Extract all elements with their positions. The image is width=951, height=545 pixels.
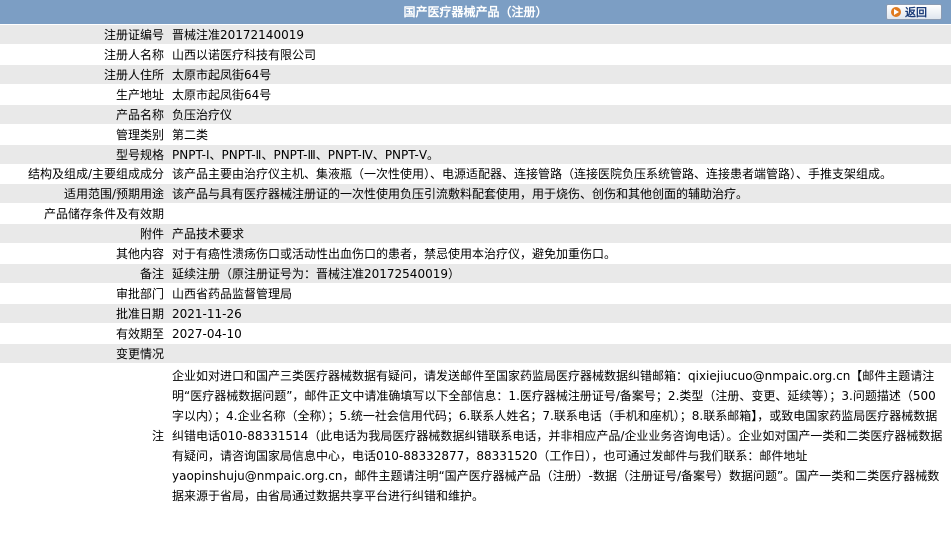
field-label-product-name: 产品名称 [0, 104, 168, 125]
field-label-production-address: 生产地址 [0, 84, 168, 105]
arrow-right-icon [891, 7, 901, 17]
table-row: 管理类别 第二类 [0, 124, 951, 145]
field-value-valid-until: 2027-04-10 [168, 323, 951, 344]
back-button[interactable]: 返回 [886, 4, 942, 20]
table-row: 有效期至 2027-04-10 [0, 323, 951, 344]
table-row: 生产地址 太原市起凤街64号 [0, 84, 951, 105]
field-value-approval-date: 2021-11-26 [168, 303, 951, 324]
table-row: 注册人住所 太原市起凤街64号 [0, 64, 951, 85]
field-label-registration-number: 注册证编号 [0, 25, 168, 45]
field-value-product-name: 负压治疗仪 [168, 104, 951, 125]
table-row: 注 企业如对进口和国产三类医疗器械数据有疑问，请发送邮件至国家药监局医疗器械数据… [0, 363, 951, 509]
field-label-changes: 变更情况 [0, 343, 168, 364]
field-value-model-spec: PNPT-Ⅰ、PNPT-Ⅱ、PNPT-Ⅲ、PNPT-Ⅳ、PNPT-Ⅴ。 [168, 144, 951, 165]
table-row: 结构及组成/主要组成成分 该产品主要由治疗仪主机、集液瓶（一次性使用）、电源适配… [0, 164, 951, 184]
field-value-intended-use: 该产品与具有医疗器械注册证的一次性使用负压引流敷料配套使用，用于烧伤、创伤和其他… [168, 183, 951, 204]
page: 国产医疗器械产品（注册） 返回 注册证编号 晋械注准20172140019 注册… [0, 0, 951, 545]
table-row: 其他内容 对于有癌性溃疡伤口或活动性出血伤口的患者，禁忌使用本治疗仪，避免加重伤… [0, 243, 951, 264]
table-row: 附件 产品技术要求 [0, 223, 951, 244]
field-value-other: 对于有癌性溃疡伤口或活动性出血伤口的患者，禁忌使用本治疗仪，避免加重伤口。 [168, 243, 951, 264]
field-value-structure: 该产品主要由治疗仪主机、集液瓶（一次性使用）、电源适配器、连接管路（连接医院负压… [168, 164, 951, 184]
detail-table: 注册证编号 晋械注准20172140019 注册人名称 山西以诺医疗科技有限公司… [0, 25, 951, 509]
field-label-registrant-name: 注册人名称 [0, 44, 168, 65]
field-label-structure: 结构及组成/主要组成成分 [0, 164, 168, 184]
back-button-label: 返回 [905, 6, 927, 19]
field-label-approval-date: 批准日期 [0, 303, 168, 324]
table-row: 注册证编号 晋械注准20172140019 [0, 25, 951, 45]
field-value-remarks: 延续注册（原注册证号为：晋械注准20172540019） [168, 263, 951, 284]
header-bar: 国产医疗器械产品（注册） 返回 [0, 0, 951, 25]
field-label-valid-until: 有效期至 [0, 323, 168, 344]
field-label-management-category: 管理类别 [0, 124, 168, 145]
table-row: 注册人名称 山西以诺医疗科技有限公司 [0, 44, 951, 65]
field-label-attachment: 附件 [0, 223, 168, 244]
table-row: 产品储存条件及有效期 [0, 203, 951, 224]
field-value-storage [168, 203, 951, 224]
note-text: 企业如对进口和国产三类医疗器械数据有疑问，请发送邮件至国家药监局医疗器械数据纠错… [168, 363, 951, 509]
table-row: 备注 延续注册（原注册证号为：晋械注准20172540019） [0, 263, 951, 284]
table-row: 批准日期 2021-11-26 [0, 303, 951, 324]
field-label-model-spec: 型号规格 [0, 144, 168, 165]
field-value-registrant-address: 太原市起凤街64号 [168, 64, 951, 85]
field-label-remarks: 备注 [0, 263, 168, 284]
field-label-approval-dept: 审批部门 [0, 283, 168, 304]
field-label-registrant-address: 注册人住所 [0, 64, 168, 85]
table-row: 型号规格 PNPT-Ⅰ、PNPT-Ⅱ、PNPT-Ⅲ、PNPT-Ⅳ、PNPT-Ⅴ。 [0, 144, 951, 165]
field-value-changes [168, 343, 951, 364]
page-title: 国产医疗器械产品（注册） [403, 5, 548, 19]
field-value-production-address: 太原市起凤街64号 [168, 84, 951, 105]
table-row: 适用范围/预期用途 该产品与具有医疗器械注册证的一次性使用负压引流敷料配套使用，… [0, 183, 951, 204]
field-label-intended-use: 适用范围/预期用途 [0, 183, 168, 204]
field-label-storage: 产品储存条件及有效期 [0, 203, 168, 224]
field-value-attachment: 产品技术要求 [168, 223, 951, 244]
field-label-other: 其他内容 [0, 243, 168, 264]
field-value-registration-number: 晋械注准20172140019 [168, 25, 951, 45]
field-value-registrant-name: 山西以诺医疗科技有限公司 [168, 44, 951, 65]
table-row: 审批部门 山西省药品监督管理局 [0, 283, 951, 304]
field-value-approval-dept: 山西省药品监督管理局 [168, 283, 951, 304]
table-row: 产品名称 负压治疗仪 [0, 104, 951, 125]
table-row: 变更情况 [0, 343, 951, 364]
field-value-management-category: 第二类 [168, 124, 951, 145]
note-label: 注 [0, 363, 168, 509]
